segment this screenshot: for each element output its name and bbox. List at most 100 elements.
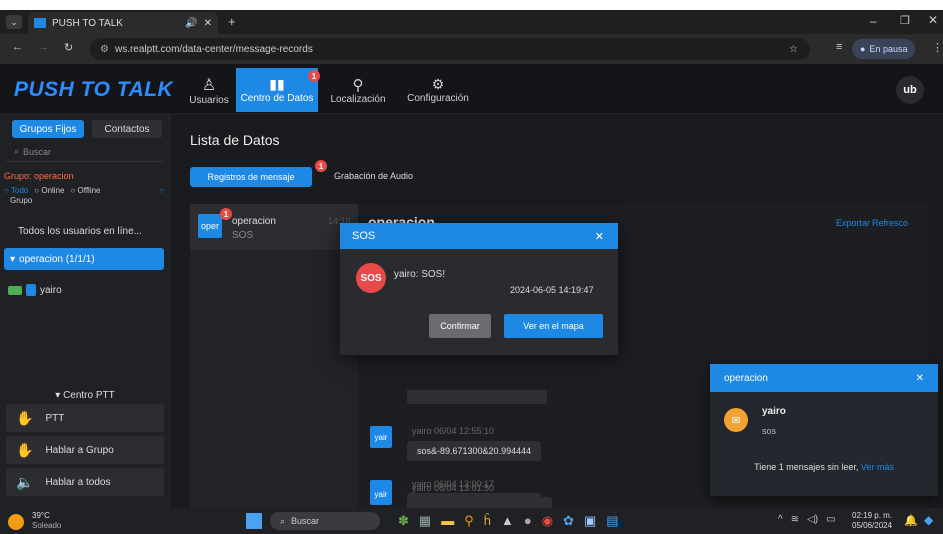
app-gear-icon[interactable]: ✿: [563, 513, 574, 529]
tab-grupos-fijos[interactable]: Grupos Fijos: [12, 120, 84, 138]
search-placeholder: Buscar: [23, 146, 52, 157]
app-window-icon[interactable]: ▦: [419, 513, 431, 529]
status-filter: ○ Todo ○ Online ○ Offline ○: [4, 186, 164, 195]
talk-all-button[interactable]: 🔈 Hablar a todos: [6, 468, 164, 496]
avatar[interactable]: ub: [896, 76, 924, 104]
close-icon[interactable]: ✕: [916, 373, 924, 384]
chrome-icon[interactable]: ◉: [542, 513, 553, 529]
refresh-link[interactable]: Refresco: [872, 218, 908, 228]
close-window-icon[interactable]: ✕: [928, 13, 938, 27]
wifi-icon[interactable]: ≋: [791, 514, 799, 525]
app-plant-icon[interactable]: ✽: [398, 513, 409, 529]
app-doc-icon[interactable]: ▤: [606, 513, 618, 529]
conversation-item[interactable]: oper 1 operacion SOS 14:19: [190, 204, 358, 250]
conversation-list: oper 1 operacion SOS 14:19: [190, 204, 358, 508]
notification-text: sos: [762, 426, 777, 436]
menu-icon[interactable]: ⋮: [932, 41, 943, 54]
group-item-operacion[interactable]: ▾ operacion (1/1/1): [4, 248, 164, 270]
url-text: ws.realptt.com/data-center/message-recor…: [114, 43, 313, 55]
profile-label: En pausa: [869, 44, 908, 54]
ptt-button[interactable]: ✋ PTT: [6, 404, 164, 432]
group-item-label: operacion (1/1/1): [19, 253, 95, 265]
conversation-preview: SOS: [232, 230, 254, 241]
taskbar-apps: ✽ ▦ ▬ ⚲ ĥ ▲ ● ◉ ✿ ▣ ▤: [398, 513, 619, 529]
reload-icon[interactable]: ↻: [64, 41, 73, 54]
browser-tab[interactable]: PUSH TO TALK 🔊 ✕: [28, 12, 218, 34]
close-icon[interactable]: ✕: [595, 230, 604, 243]
app-triangle-icon[interactable]: ▲: [501, 513, 514, 529]
filter-group[interactable]: Grupo: [10, 196, 32, 205]
view-map-button[interactable]: Ver en el mapa: [504, 314, 603, 338]
file-explorer-icon[interactable]: ▬: [441, 513, 454, 529]
app-photo-icon[interactable]: ▣: [584, 513, 596, 529]
forward-icon[interactable]: →: [38, 41, 49, 53]
notification-footer: Tiene 1 mensajes sin leer, Ver más: [710, 462, 938, 472]
sos-icon: SOS: [356, 263, 386, 293]
refresh-circle-icon[interactable]: ○: [159, 186, 164, 195]
windows-start-icon[interactable]: [246, 513, 262, 529]
app-root: PUSH TO TALK ♙ Usuarios ▮▮ Centro de Dat…: [0, 64, 943, 513]
weather-desc: Soleado: [32, 521, 62, 530]
maximize-icon[interactable]: ❐: [900, 14, 910, 27]
tab-title: PUSH TO TALK: [52, 17, 123, 29]
taskbar-search-label: Buscar: [291, 516, 320, 526]
export-link[interactable]: Exportar: [836, 218, 870, 228]
all-users-item[interactable]: Todos los usuarios en líne...: [18, 226, 142, 237]
sos-dialog: SOS ✕ SOS yairo: SOS! 2024-06-05 14:19:4…: [340, 223, 618, 355]
nav-usuarios[interactable]: ♙ Usuarios: [184, 68, 234, 112]
bookmark-star-icon[interactable]: ☆: [789, 44, 798, 55]
search-input[interactable]: ⌕ Buscar: [6, 142, 164, 162]
volume-icon[interactable]: ◁): [807, 514, 818, 525]
weather-widget[interactable]: 39°C Soleado: [32, 511, 61, 531]
search-icon: ⌕: [280, 515, 286, 526]
nav-configuracion[interactable]: ⚙ Configuración: [398, 68, 478, 112]
browser-tab-bar: ⌄ PUSH TO TALK 🔊 ✕ + – ❐ ✕: [0, 10, 943, 34]
message-avatar: yair: [370, 426, 392, 448]
profile-button[interactable]: ● En pausa: [852, 39, 916, 59]
back-icon[interactable]: ←: [12, 41, 23, 53]
copilot-icon[interactable]: ◆: [924, 513, 933, 527]
sos-timestamp: 2024-06-05 14:19:47: [510, 285, 594, 295]
audio-icon: 🔊: [185, 17, 198, 29]
location-pin-icon: ⚲: [352, 76, 364, 94]
maps-icon[interactable]: ⚲: [464, 513, 474, 529]
nav-centro-datos[interactable]: ▮▮ Centro de Datos: [236, 68, 318, 112]
message-bubble[interactable]: sos&-89.671300&20.994444: [407, 441, 542, 461]
tray-chevron-icon[interactable]: ^: [778, 514, 783, 525]
taskbar-search[interactable]: ⌕ Buscar: [270, 512, 380, 530]
app-h-icon[interactable]: ĥ: [484, 513, 491, 529]
profile-avatar-icon: ●: [860, 44, 866, 54]
user-item-yairo[interactable]: yairo: [8, 284, 62, 296]
close-tab-icon[interactable]: ✕: [204, 18, 212, 29]
nav-localizacion[interactable]: ⚲ Localización: [327, 68, 389, 112]
notification-bell-icon[interactable]: 🔔: [904, 514, 918, 527]
confirm-button[interactable]: Confirmar: [429, 314, 491, 338]
phone-icon: [26, 284, 36, 296]
conversation-name: operacion: [232, 216, 276, 227]
minimize-icon[interactable]: –: [870, 14, 877, 28]
tab-registros-mensaje[interactable]: Registros de mensaje: [190, 167, 312, 187]
app-dot-icon[interactable]: ●: [524, 513, 532, 529]
notification-header: operacion ✕: [710, 364, 938, 392]
site-info-icon[interactable]: ⚙: [100, 44, 109, 55]
message-avatar: yair: [370, 483, 392, 505]
tab-list-icon[interactable]: ⌄: [6, 15, 22, 29]
nav-label: Centro de Datos: [240, 93, 314, 104]
extensions-icon[interactable]: ≡: [836, 41, 842, 53]
see-more-link[interactable]: Ver más: [861, 462, 894, 472]
filter-online[interactable]: ○ Online: [34, 186, 64, 195]
tab-grabacion-audio[interactable]: Grabación de Audio: [334, 171, 413, 181]
clock[interactable]: 02:19 p. m. 05/06/2024: [852, 511, 892, 531]
tab-contactos[interactable]: Contactos: [92, 120, 162, 138]
ptt-center-title[interactable]: ▾ Centro PTT: [0, 390, 170, 401]
url-field[interactable]: ⚙ ws.realptt.com/data-center/message-rec…: [90, 38, 810, 60]
battery-icon[interactable]: ▭: [826, 514, 835, 525]
search-icon: ⌕: [14, 146, 20, 156]
unread-text: Tiene 1 mensajes sin leer,: [754, 462, 859, 472]
talk-group-button[interactable]: ✋ Hablar a Grupo: [6, 436, 164, 464]
message-bubble-partial: [407, 497, 552, 508]
new-tab-icon[interactable]: +: [228, 14, 236, 29]
filter-all[interactable]: ○ Todo: [4, 186, 28, 195]
notification-popup: operacion ✕ ✉ yairo sos Tiene 1 mensajes…: [710, 364, 938, 496]
filter-offline[interactable]: ○ Offline: [70, 186, 100, 195]
